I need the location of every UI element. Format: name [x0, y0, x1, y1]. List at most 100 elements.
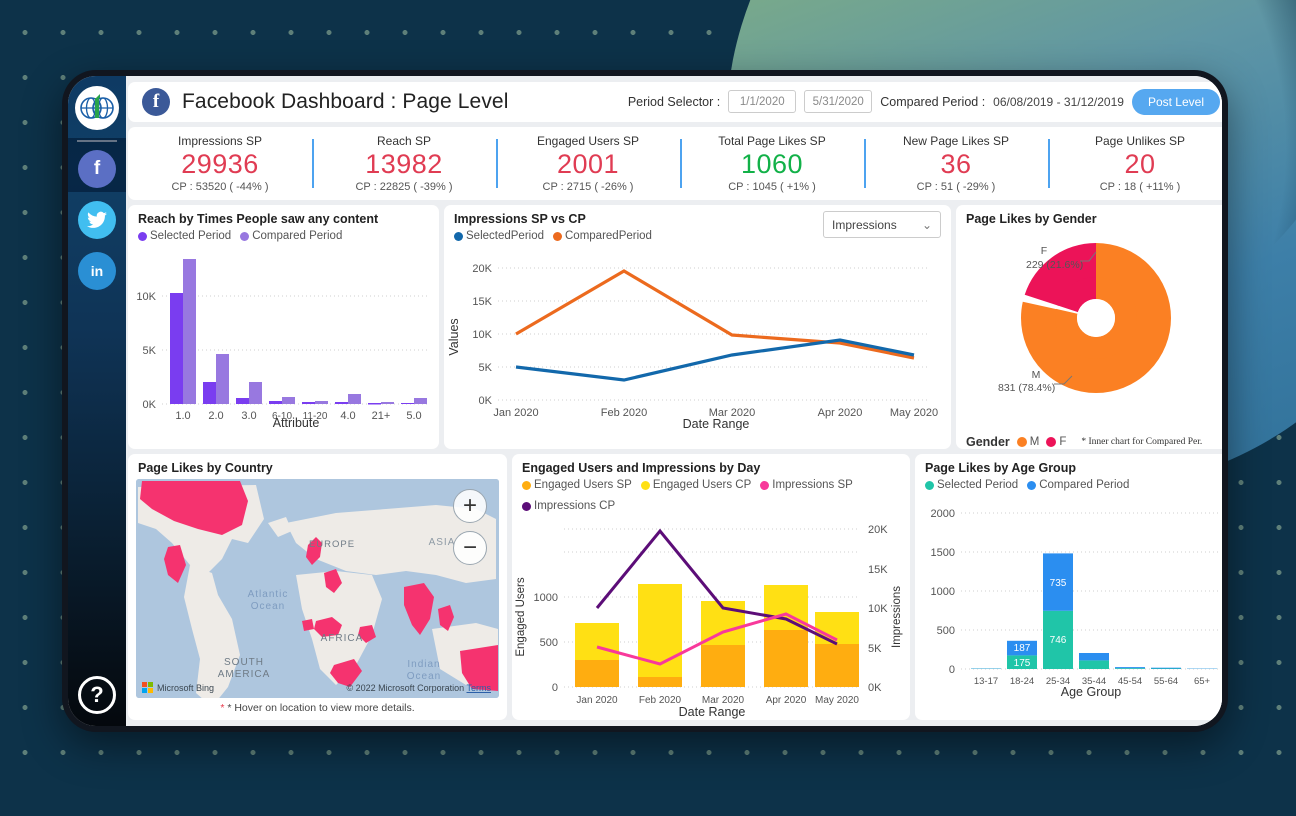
kpi-subtitle: CP : 51 ( -29% ) — [916, 181, 996, 194]
chevron-down-icon: ⌄ — [921, 217, 932, 232]
svg-text:Attribute: Attribute — [273, 416, 320, 428]
svg-text:SOUTH: SOUTH — [224, 657, 264, 668]
kpi-title: Total Page Likes SP — [718, 134, 826, 149]
legend-label: Impressions SP — [772, 479, 853, 492]
kpi-value: 1060 — [740, 149, 804, 180]
legend-item-impressions-sp[interactable]: Impressions SP — [760, 479, 853, 491]
help-button[interactable]: ? — [78, 676, 116, 714]
legend-item-compared-period[interactable]: Compared Period — [240, 230, 342, 242]
svg-text:0K: 0K — [479, 395, 493, 407]
chart-title: Page Likes by Age Group — [925, 461, 1076, 476]
tablet-frame: f in ? f Facebook Dashboard : Page Level… — [62, 70, 1228, 732]
compared-period-value: 06/08/2019 - 31/12/2019 — [993, 94, 1124, 109]
svg-text:500: 500 — [540, 637, 558, 649]
legend-label: M — [1029, 436, 1040, 449]
world-map[interactable]: EUROPE ASIA AFRICA SOUTH AMERICA Atlanti… — [136, 479, 499, 699]
svg-text:10K: 10K — [136, 291, 156, 303]
svg-text:15K: 15K — [472, 296, 492, 308]
impressions-metric-dropdown[interactable]: Impressions ⌄ — [823, 211, 941, 239]
legend-swatch — [640, 480, 650, 490]
footnote-asterisk: * — [220, 702, 225, 715]
gender-legend: Gender M F * Inner chart for Compared Pe… — [956, 433, 1222, 449]
svg-text:18-24: 18-24 — [1010, 676, 1034, 687]
kpi-impressions: Impressions SP 29936 CP : 53520 ( -44% ) — [128, 131, 312, 196]
legend-swatch — [1046, 437, 1057, 448]
svg-text:735: 735 — [1050, 578, 1067, 589]
map-copyright: © 2022 Microsoft Corporation Terms — [346, 683, 491, 693]
svg-text:Apr 2020: Apr 2020 — [818, 407, 863, 419]
sidebar-item-twitter[interactable] — [78, 201, 116, 239]
facebook-icon: f — [93, 158, 101, 179]
legend-item-selected-period[interactable]: Selected Period — [138, 230, 231, 242]
kpi-value: 36 — [940, 149, 972, 180]
svg-text:M: M — [1032, 369, 1041, 381]
map-zoom-in-button[interactable]: + — [453, 489, 487, 524]
legend-item-male[interactable]: M — [1016, 436, 1040, 449]
svg-text:1.0: 1.0 — [175, 410, 190, 422]
svg-text:1000: 1000 — [931, 586, 955, 598]
compared-period-label: Compared Period : — [880, 94, 986, 109]
kpi-value: 13982 — [365, 149, 443, 180]
legend-swatch — [240, 231, 250, 241]
kpi-subtitle: CP : 53520 ( -44% ) — [171, 181, 269, 194]
legend-item-engaged-users-cp[interactable]: Engaged Users CP — [640, 479, 751, 491]
kpi-strip: Impressions SP 29936 CP : 53520 ( -44% )… — [128, 126, 1222, 201]
post-level-button[interactable]: Post Level — [1131, 88, 1220, 115]
dashboard-header: f Facebook Dashboard : Page Level Period… — [128, 82, 1222, 122]
svg-text:20K: 20K — [868, 524, 888, 536]
microsoft-logo-icon — [142, 682, 153, 694]
svg-text:Date Range: Date Range — [683, 417, 750, 430]
legend-swatch — [522, 501, 531, 511]
legend-label: Engaged Users SP — [534, 479, 632, 492]
chart-plot-area: 0K 5K 10K 15K 20K Jan 2020 Feb 2020 Mar … — [444, 242, 951, 449]
footnote-text: * Hover on location to view more details… — [227, 702, 415, 715]
map-zoom-out-button[interactable]: − — [453, 531, 487, 566]
sidebar-item-facebook[interactable]: f — [78, 150, 116, 188]
legend-item-selected-period[interactable]: Selected Period — [925, 479, 1018, 491]
svg-text:AFRICA: AFRICA — [321, 633, 364, 644]
svg-text:15K: 15K — [868, 564, 888, 576]
svg-text:0K: 0K — [143, 399, 157, 411]
card-page-likes-by-age-group: Page Likes by Age Group Selected Period … — [915, 454, 1222, 721]
svg-text:Indian: Indian — [407, 659, 440, 670]
legend-item-compared-period[interactable]: Compared Period — [1027, 479, 1129, 491]
facebook-logo-icon: f — [142, 87, 170, 116]
gender-footnote: * Inner chart for Compared Per. — [1081, 437, 1203, 448]
background-bottom-band — [0, 790, 1296, 816]
svg-text:65+: 65+ — [1194, 676, 1211, 687]
svg-text:0: 0 — [949, 664, 955, 676]
sidebar-item-linkedin[interactable]: in — [78, 252, 116, 290]
legend-item-female[interactable]: F — [1046, 436, 1066, 448]
legend-item-selected-period[interactable]: SelectedPeriod — [454, 230, 544, 242]
svg-text:ASIA: ASIA — [429, 537, 456, 548]
svg-text:229 (21.6%): 229 (21.6%) — [1026, 259, 1083, 271]
kpi-subtitle: CP : 2715 ( -26% ) — [542, 181, 634, 194]
date-from-input[interactable]: 1/1/2020 — [728, 90, 797, 114]
svg-text:45-54: 45-54 — [1118, 676, 1142, 687]
legend-swatch — [454, 231, 463, 241]
chart-legend: Selected Period Compared Period — [915, 475, 1222, 491]
question-mark-icon: ? — [90, 682, 104, 707]
date-to-input[interactable]: 5/31/2020 — [804, 90, 873, 114]
legend-item-engaged-users-sp[interactable]: Engaged Users SP — [522, 479, 632, 491]
linkedin-icon: in — [90, 263, 104, 279]
map-terms-link[interactable]: Terms — [467, 683, 492, 693]
chart-title: Engaged Users and Impressions by Day — [522, 461, 761, 476]
svg-text:746: 746 — [1050, 635, 1067, 646]
globe-logo-icon — [75, 86, 119, 130]
card-reach-by-times: Reach by Times People saw any content Se… — [128, 205, 439, 450]
svg-text:175: 175 — [1014, 658, 1031, 669]
svg-text:Engaged Users: Engaged Users — [515, 577, 527, 657]
kpi-value: 29936 — [181, 149, 259, 180]
legend-swatch — [138, 231, 147, 241]
svg-text:13-17: 13-17 — [974, 676, 998, 687]
kpi-engaged-users: Engaged Users SP 2001 CP : 2715 ( -26% ) — [496, 131, 680, 196]
legend-label: F — [1059, 436, 1067, 449]
copyright-text: © 2022 Microsoft Corporation — [346, 683, 465, 694]
legend-swatch — [760, 480, 770, 490]
legend-item-compared-period[interactable]: ComparedPeriod — [553, 230, 652, 242]
legend-item-impressions-cp[interactable]: Impressions CP — [522, 500, 615, 512]
card-page-likes-by-gender: Page Likes by Gender F 229 (21.6%) M 831… — [956, 205, 1222, 450]
card-impressions-sp-vs-cp: Impressions SP vs CP Impressions ⌄ Selec… — [444, 205, 951, 450]
svg-text:10K: 10K — [868, 603, 888, 615]
